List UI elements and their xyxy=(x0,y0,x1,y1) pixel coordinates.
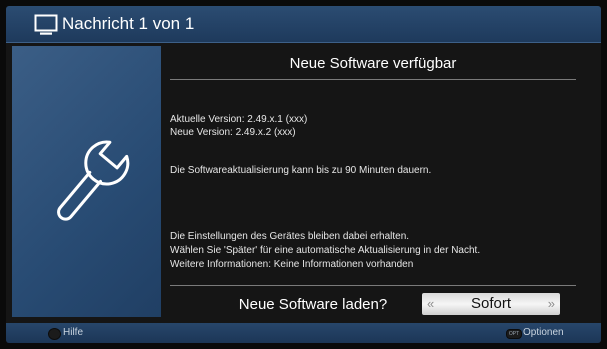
duration-note: Die Softwareaktualisierung kann bis zu 9… xyxy=(170,165,432,176)
chevron-right-icon[interactable]: » xyxy=(548,296,555,312)
new-version-text: Neue Version: 2.49.x.2 (xxx) xyxy=(170,127,296,138)
settings-note: Die Einstellungen des Gerätes bleiben da… xyxy=(170,231,410,242)
wrench-icon xyxy=(57,140,130,221)
selected-option-value: Sofort xyxy=(470,295,512,312)
current-version-text: Aktuelle Version: 2.49.x.1 (xxx) xyxy=(170,114,308,125)
message-screen: Nachricht 1 von 1 Neue Software verfügba… xyxy=(6,6,601,343)
load-software-question: Neue Software laden? xyxy=(238,296,388,313)
help-label[interactable]: Hilfe xyxy=(63,327,83,339)
message-heading: Neue Software verfügbar xyxy=(289,55,457,72)
info-note: Weitere Informationen: Keine Information… xyxy=(170,259,414,270)
help-button-icon[interactable] xyxy=(48,328,61,340)
side-panel xyxy=(12,46,161,317)
window-title: Nachricht 1 von 1 xyxy=(62,14,195,33)
options-button-icon[interactable]: OPT xyxy=(506,329,522,339)
title-bar: Nachricht 1 von 1 xyxy=(6,6,601,43)
chevron-left-icon[interactable]: « xyxy=(427,296,434,312)
prompt-divider xyxy=(170,285,576,286)
update-option-selector[interactable]: « Sofort » xyxy=(422,293,560,315)
later-note: Wählen Sie 'Später' für eine automatisch… xyxy=(170,245,481,256)
heading-divider xyxy=(170,79,576,80)
tv-icon xyxy=(34,14,58,35)
options-label[interactable]: Optionen xyxy=(523,327,564,339)
footer-bar: Hilfe OPT Optionen xyxy=(6,323,601,343)
